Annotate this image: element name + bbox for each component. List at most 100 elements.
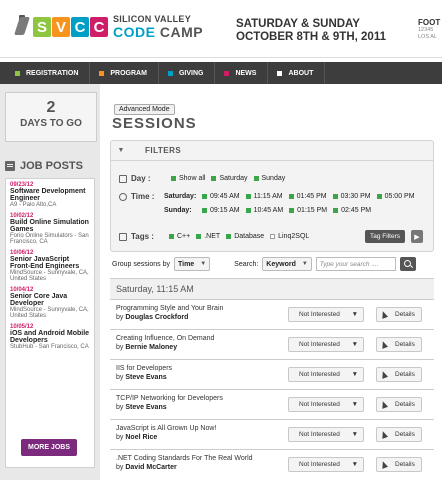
details-button[interactable]: Details [376,307,422,322]
checkbox[interactable] [333,208,339,213]
time-option[interactable]: 03:30 PM [332,193,371,200]
checkbox[interactable] [270,234,276,239]
session-title[interactable]: Creating Influence, On Demand [116,335,214,342]
checkbox[interactable] [169,234,174,239]
time-option[interactable]: 09:15 AM [202,207,240,214]
time-filter-label: Time : [131,192,155,201]
checkbox[interactable] [253,176,259,181]
details-button[interactable]: Details [376,337,422,352]
more-jobs-button[interactable]: MORE JOBS [21,439,77,456]
job-title[interactable]: Senior Core Java Developer [10,293,90,307]
day-filter-row: Day : Show all Saturday Sunday [119,174,291,183]
time-option[interactable]: 10:45 AM [245,207,283,214]
time-option[interactable]: 11:15 AM [245,193,283,200]
day-option-sunday[interactable]: Sunday [253,175,285,182]
session-title[interactable]: IIS for Developers [116,365,172,372]
details-button[interactable]: Details [376,397,422,412]
session-speaker[interactable]: Steve Evans [125,374,166,381]
group-by-select[interactable]: Time ▼ [173,257,211,271]
chevron-down-icon: ▼ [200,261,207,267]
session-speaker[interactable]: Bernie Maloney [125,344,177,351]
job-item[interactable]: 10/05/12 iOS and Android Mobile Develope… [10,324,90,350]
interest-select[interactable]: Not Interested ▼ [288,307,364,322]
session-speaker[interactable]: David McCarter [125,464,176,471]
by-label: by [116,404,124,411]
job-item[interactable]: 10/04/12 Senior Core Java Developer Mind… [10,287,90,319]
session-title[interactable]: JavaScript is All Grown Up Now! [116,425,216,432]
checkbox[interactable] [245,208,251,213]
tag-option[interactable]: Linq2SQL [270,233,309,240]
tag-option[interactable]: .NET [196,233,220,240]
checkbox[interactable] [211,176,217,181]
job-item[interactable]: 10/06/12 Senior JavaScript Front-End Eng… [10,250,90,282]
checkbox[interactable] [202,194,207,199]
checkbox-label: .NET [204,233,221,240]
checkbox[interactable] [202,208,207,213]
search-input[interactable]: Type your search .... [315,257,396,271]
interest-select[interactable]: Not Interested ▼ [288,457,364,472]
nav-about[interactable]: ABOUT [268,62,326,84]
group-by-value: Time [177,260,195,268]
interest-select[interactable]: Not Interested ▼ [288,427,364,442]
filters-title: FILTERS [145,146,182,155]
cursor-icon [379,400,389,409]
details-button[interactable]: Details [376,427,422,442]
nav-program[interactable]: PROGRAM [90,62,159,84]
checkbox[interactable] [245,194,251,199]
time-option[interactable]: 02:45 PM [333,207,371,214]
session-speaker[interactable]: Noel Rice [125,434,157,441]
details-button[interactable]: Details [376,457,422,472]
nav-giving[interactable]: GIVING [159,62,216,84]
job-item[interactable]: 09/23/12 Software Development Engineer A… [10,182,90,208]
advanced-mode-button[interactable]: Advanced Mode [114,104,175,115]
nav-news[interactable]: NEWS [215,62,269,84]
time-option[interactable]: 09:45 AM [202,193,240,200]
job-item[interactable]: 10/02/12 Build Online Simulation Games F… [10,213,90,245]
checkbox[interactable] [288,194,294,199]
tag-filters-button[interactable]: Tag Filters [365,230,405,243]
time-option[interactable]: 05:00 PM [376,193,415,200]
search-type-select[interactable]: Keyword ▼ [262,257,312,271]
briefcase-icon [5,161,15,171]
session-title[interactable]: .NET Coding Standards For The Real World [116,455,253,462]
session-title[interactable]: TCP/IP Networking for Developers [116,395,223,402]
time-option[interactable]: 01:45 PM [288,193,327,200]
session-speaker[interactable]: Douglas Crockford [125,314,188,321]
tag-option[interactable]: C++ [169,233,190,240]
nav-registration[interactable]: REGISTRATION [6,62,91,84]
svcc-logo[interactable]: S V C C SILICON VALLEY CODE CAMP [14,14,203,40]
logo-letter: C [71,17,89,37]
cursor-icon [379,310,389,319]
filters-header[interactable]: ▼ FILTERS [111,141,433,161]
interest-select[interactable]: Not Interested ▼ [288,337,364,352]
search-icon[interactable] [399,257,416,271]
job-title[interactable]: Senior JavaScript Front-End Engineers [10,256,90,270]
chevron-down-icon: ▼ [351,371,358,378]
tag-option[interactable]: Database [226,233,264,240]
job-title[interactable]: Software Development Engineer [10,188,90,202]
checkbox[interactable] [289,208,295,213]
checkbox[interactable] [196,234,202,239]
details-button[interactable]: Details [376,367,422,382]
time-option[interactable]: 01:15 PM [289,207,327,214]
logo-text: SILICON VALLEY CODE CAMP [113,14,203,40]
job-title[interactable]: Build Online Simulation Games [10,219,90,233]
session-speaker[interactable]: Steve Evans [125,404,166,411]
location-line2: 12345 [418,27,434,33]
interest-select[interactable]: Not Interested ▼ [288,367,364,382]
checkbox[interactable] [171,176,176,181]
job-title[interactable]: iOS and Android Mobile Developers [10,330,90,344]
checkbox[interactable] [332,194,338,199]
interest-select[interactable]: Not Interested ▼ [288,397,364,412]
day-option-show-all[interactable]: Show all [171,175,205,182]
checkbox-label: 01:15 PM [297,207,328,214]
collapse-arrow-icon[interactable]: ▼ [111,147,131,154]
checkbox[interactable] [226,234,232,239]
checkbox[interactable] [376,194,382,199]
group-by-label: Group sessions by [112,260,170,268]
play-arrow-icon[interactable]: ▶ [411,230,423,243]
session-title[interactable]: Programming Style and Your Brain [116,305,223,312]
day-option-saturday[interactable]: Saturday [211,175,248,182]
countdown-label: DAYS TO GO [20,118,82,129]
countdown-number: 2 [46,99,56,116]
